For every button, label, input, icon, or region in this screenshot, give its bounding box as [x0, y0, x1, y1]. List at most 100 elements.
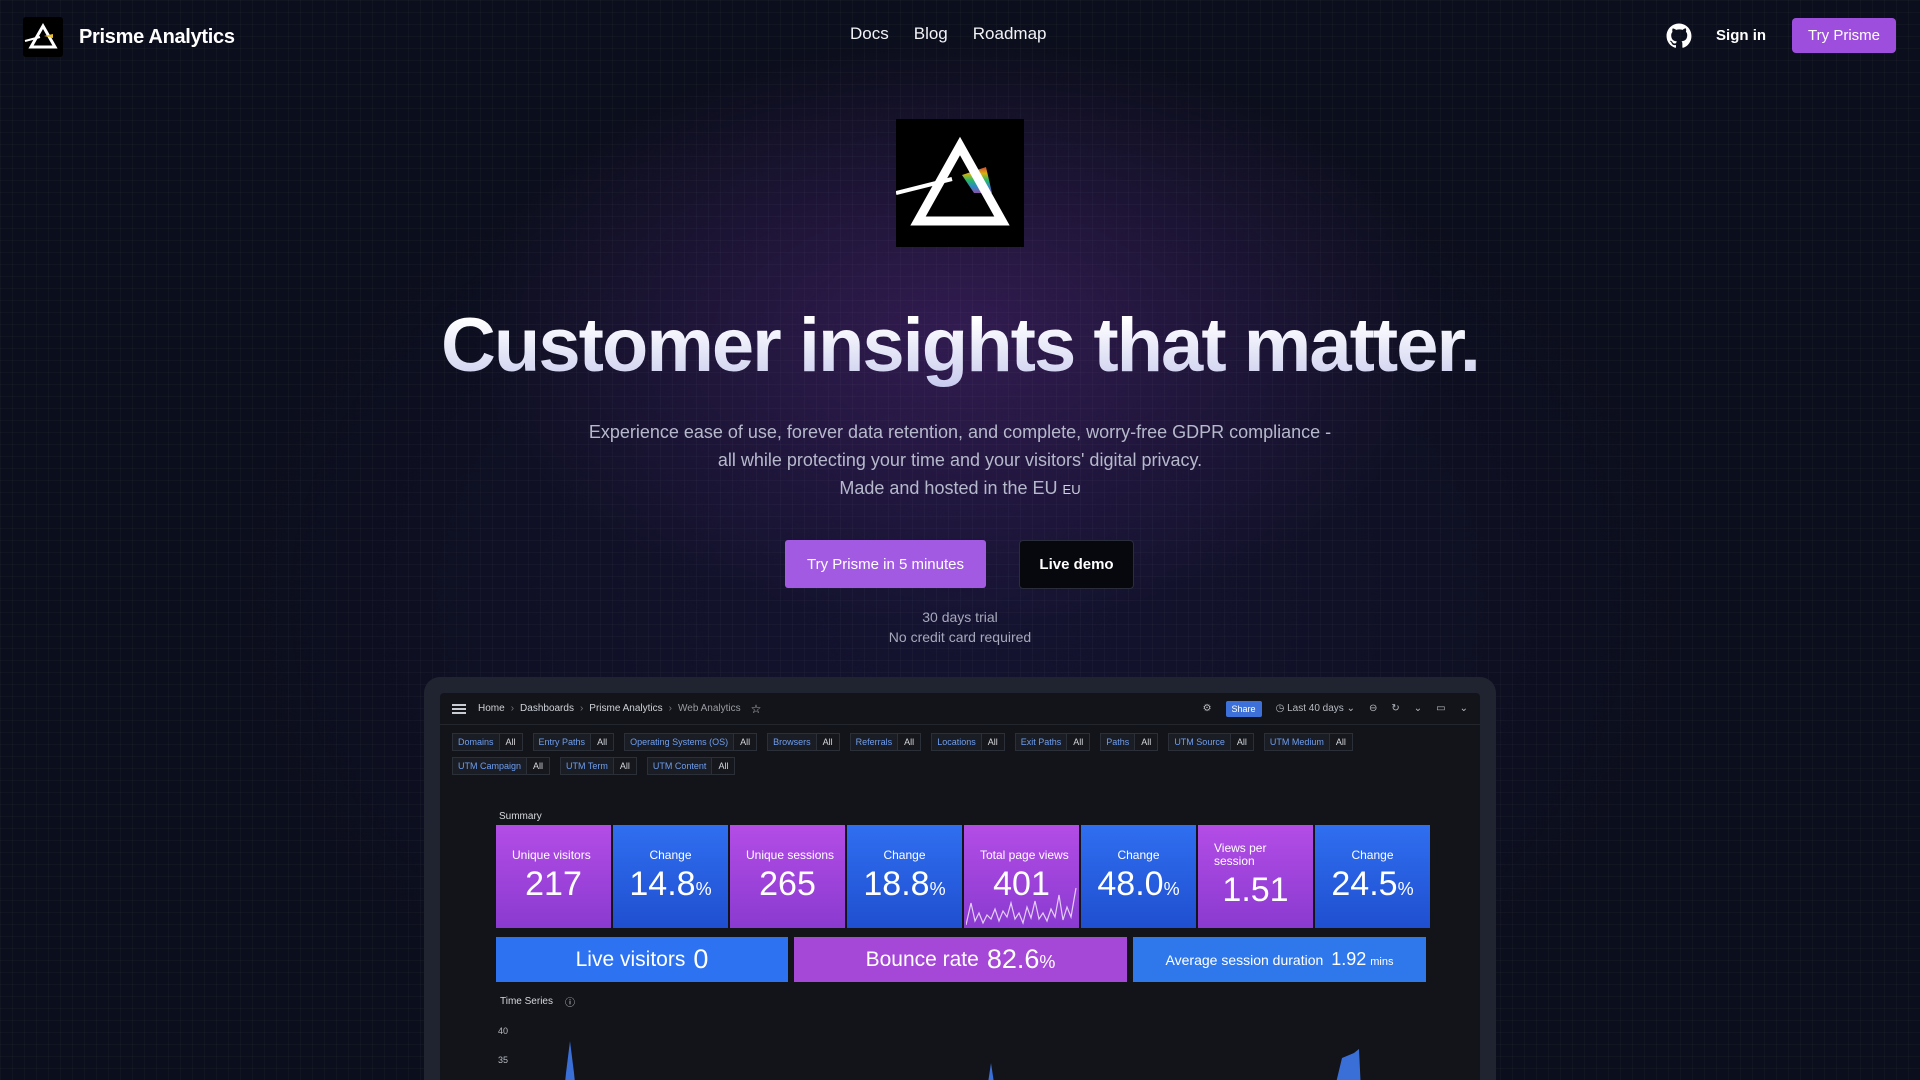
tile-page-views-change: Change 48.0% [1081, 825, 1196, 928]
tile-label: Unique sessions [746, 848, 835, 862]
tile-value: 14.8% [613, 865, 728, 904]
tile-value: 18.8% [847, 865, 962, 904]
filter-exit-paths[interactable]: Exit Paths All [1014, 733, 1091, 751]
try-prisme-5-minutes-button[interactable]: Try Prisme in 5 minutes [785, 540, 986, 588]
breadcrumb-dashboards[interactable]: Dashboards [520, 703, 574, 714]
tile-number: 401 [993, 865, 1050, 903]
nav-actions: Sign in Try Prisme [1666, 18, 1896, 53]
live-visitors-stat: Live visitors 0 [496, 937, 788, 982]
nav-link-roadmap[interactable]: Roadmap [973, 24, 1047, 44]
tile-label: Change [883, 848, 926, 862]
subtitle-line-1: Experience ease of use, forever data ret… [588, 422, 1332, 442]
time-range-picker[interactable]: ◷ Last 40 days ⌄ [1276, 703, 1355, 714]
filter-label: Paths [1100, 733, 1136, 751]
live-demo-button[interactable]: Live demo [1019, 540, 1134, 589]
tile-value: 24.5% [1315, 865, 1430, 904]
filter-value[interactable]: All [527, 757, 551, 775]
series-area [565, 1041, 575, 1080]
tile-label: Views per session [1214, 841, 1267, 868]
tile-label: Change [1351, 848, 1394, 862]
tile-sessions-change: Change 18.8% [847, 825, 962, 928]
nav-link-docs[interactable]: Docs [850, 24, 889, 44]
sign-in-link[interactable]: Sign in [1716, 27, 1766, 44]
tile-value: 48.0% [1081, 865, 1196, 904]
chevron-down-icon[interactable]: ⌄ [1460, 703, 1468, 714]
chevron-down-icon[interactable]: ⌄ [1414, 703, 1422, 714]
filter-label: UTM Source [1168, 733, 1231, 751]
avg-session-duration-unit: mins [1370, 956, 1394, 968]
filter-paths[interactable]: Paths All [1100, 733, 1159, 751]
filter-value[interactable]: All [613, 757, 637, 775]
filter-value[interactable]: All [1135, 733, 1159, 751]
prism-logo-icon [23, 17, 63, 57]
tile-number: 14.8 [629, 865, 696, 903]
filter-value[interactable]: All [898, 733, 922, 751]
tile-unique-sessions: Unique sessions 265 [730, 825, 845, 928]
info-icon[interactable]: ⓘ [565, 994, 575, 1009]
avg-session-duration-label: Average session duration [1165, 951, 1324, 968]
filter-label: Exit Paths [1014, 733, 1068, 751]
time-series-chart: 40 35 30 [498, 1026, 1361, 1080]
summary-tiles: Unique visitors 217 Change 14.8% Unique … [496, 825, 1430, 928]
filter-operating-systems[interactable]: Operating Systems (OS) All [624, 733, 758, 751]
filter-value[interactable]: All [499, 733, 523, 751]
filter-value[interactable]: All [816, 733, 840, 751]
filter-entry-paths[interactable]: Entry Paths All [532, 733, 615, 751]
filter-referrals[interactable]: Referrals All [849, 733, 922, 751]
filter-utm-campaign[interactable]: UTM Campaign All [452, 757, 551, 775]
brand[interactable]: Prisme Analytics [23, 17, 235, 57]
filter-value[interactable]: All [712, 757, 736, 775]
share-button[interactable]: Share [1225, 700, 1262, 717]
tile-label: Unique visitors [512, 848, 591, 862]
filter-browsers[interactable]: Browsers All [767, 733, 840, 751]
filter-value[interactable]: All [591, 733, 615, 751]
zoom-out-icon[interactable]: ⊖ [1369, 703, 1377, 714]
tile-value: 401 [964, 865, 1079, 904]
breadcrumb: Home › Dashboards › Prisme Analytics › W… [478, 703, 741, 714]
subtitle-line-3: Made and hosted in the EU EU [0, 474, 1920, 504]
refresh-icon[interactable]: ↻ [1391, 703, 1399, 714]
filter-value[interactable]: All [1230, 733, 1254, 751]
tv-mode-icon[interactable]: ▭ [1436, 703, 1445, 714]
breadcrumb-prisme-analytics[interactable]: Prisme Analytics [589, 703, 662, 714]
breadcrumb-separator-icon: › [579, 703, 584, 714]
filter-utm-content[interactable]: UTM Content All [646, 757, 736, 775]
star-icon[interactable]: ☆ [751, 702, 762, 716]
filter-utm-source[interactable]: UTM Source All [1168, 733, 1254, 751]
tile-number: 217 [525, 865, 582, 903]
breadcrumb-home[interactable]: Home [478, 703, 505, 714]
nav-link-blog[interactable]: Blog [914, 24, 948, 44]
tile-unit: % [1163, 879, 1180, 899]
series-area [1336, 1049, 1361, 1080]
try-prisme-button[interactable]: Try Prisme [1792, 18, 1896, 53]
hero-subtitle: Experience ease of use, forever data ret… [0, 418, 1920, 504]
filter-label: UTM Content [646, 757, 713, 775]
filter-value[interactable]: All [981, 733, 1005, 751]
filter-utm-medium[interactable]: UTM Medium All [1263, 733, 1353, 751]
avg-session-duration-value: 1.92 [1331, 949, 1367, 969]
github-icon[interactable] [1666, 23, 1692, 49]
filter-value[interactable]: All [1067, 733, 1091, 751]
filter-value[interactable]: All [1329, 733, 1353, 751]
breadcrumb-separator-icon: › [510, 703, 515, 714]
filter-label: UTM Term [560, 757, 614, 775]
tile-unique-visitors: Unique visitors 217 [496, 825, 611, 928]
dashboard-screen: Home › Dashboards › Prisme Analytics › W… [440, 693, 1480, 1080]
filter-locations[interactable]: Locations All [931, 733, 1005, 751]
stats-row: Live visitors 0 Bounce rate 82.6% Averag… [496, 937, 1426, 982]
menu-icon[interactable] [452, 703, 466, 714]
filter-label: UTM Medium [1263, 733, 1330, 751]
no-credit-card-line: No credit card required [888, 629, 1032, 645]
breadcrumb-separator-icon: › [668, 703, 672, 714]
filter-label: Locations [931, 733, 982, 751]
settings-gear-icon[interactable]: ⚙ [1203, 703, 1212, 714]
chevron-down-icon: ⌄ [1346, 703, 1355, 714]
filter-label: Referrals [849, 733, 899, 751]
filter-label: Entry Paths [532, 733, 592, 751]
tile-number: 1.51 [1222, 871, 1289, 909]
filter-domains[interactable]: Domains All [452, 733, 523, 751]
filter-value[interactable]: All [734, 733, 758, 751]
filter-bar: Domains All Entry Paths All Operating Syst… [440, 725, 1420, 775]
filter-utm-term[interactable]: UTM Term All [560, 757, 637, 775]
tile-number: 24.5 [1331, 865, 1398, 903]
